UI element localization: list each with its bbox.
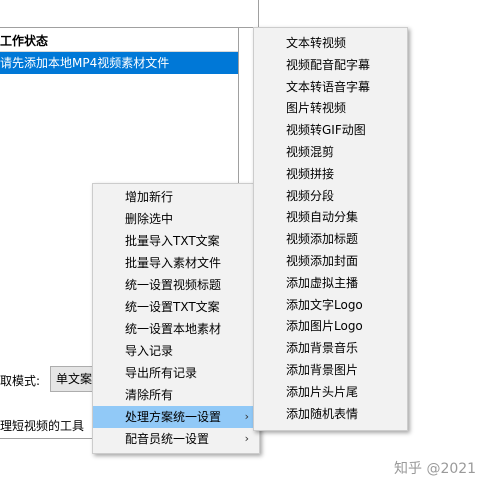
context-menu-item-label: 批量导入TXT文案 xyxy=(125,234,220,248)
context-menu-item-label: 增加新行 xyxy=(125,190,174,204)
context-menu-item-7[interactable]: 导入记录 xyxy=(93,340,259,362)
submenu-item-label: 视频分段 xyxy=(286,188,335,203)
submenu-item-label: 添加片头片尾 xyxy=(286,384,359,399)
chevron-right-icon: › xyxy=(244,432,249,445)
submenu-item-label: 图片转视频 xyxy=(286,101,347,116)
context-menu-item-6[interactable]: 统一设置本地素材 xyxy=(93,318,259,340)
submenu-item-label: 添加背景音乐 xyxy=(286,341,359,356)
submenu-item-label: 视频拼接 xyxy=(286,166,335,181)
submenu-item-label: 添加背景图片 xyxy=(286,363,359,377)
context-menu-item-2[interactable]: 批量导入TXT文案 xyxy=(93,230,259,252)
context-menu-item-label: 导出所有记录 xyxy=(125,366,198,380)
submenu-item-label: 文本转视频 xyxy=(286,36,347,50)
watermark: 知乎 @2021 xyxy=(394,461,477,477)
context-menu-item-label: 批量导入素材文件 xyxy=(125,256,222,270)
context-menu-item-0[interactable]: 增加新行 xyxy=(93,186,259,208)
submenu-item-label: 添加文字Logo xyxy=(286,297,363,312)
submenu-item-label: 添加虚拟主播 xyxy=(286,275,359,290)
footer-divider xyxy=(0,438,94,439)
submenu-item-label: 视频转GIF动图 xyxy=(286,123,366,138)
column-header-status[interactable]: 工作状态 xyxy=(0,31,238,52)
submenu-item-0[interactable]: 文本转视频 xyxy=(254,32,407,54)
submenu-item-3[interactable]: 图片转视频 xyxy=(254,97,407,119)
submenu-item-17[interactable]: 添加随机表情 xyxy=(254,403,407,425)
submenu-item-2[interactable]: 文本转语音字幕 xyxy=(254,76,407,98)
submenu-item-14[interactable]: 添加背景音乐 xyxy=(254,337,407,359)
context-menu-item-label: 配音员统一设置 xyxy=(125,432,210,446)
context-menu-item-label: 删除选中 xyxy=(125,212,174,226)
context-menu-item-label: 导入记录 xyxy=(125,344,174,358)
submenu-item-label: 视频自动分集 xyxy=(286,210,359,225)
context-menu-item-11[interactable]: 配音员统一设置 › xyxy=(93,428,259,450)
context-menu-item-1[interactable]: 删除选中 xyxy=(93,208,259,230)
submenu-item-label: 视频配音配字幕 xyxy=(286,57,371,72)
context-menu-item-5[interactable]: 统一设置TXT文案 xyxy=(93,296,259,318)
submenu-item-15[interactable]: 添加背景图片 xyxy=(254,359,407,381)
context-menu-item-4[interactable]: 统一设置视频标题 xyxy=(93,274,259,296)
footer-description: 理短视频的工具 xyxy=(0,419,85,433)
submenu-item-10[interactable]: 视频添加封面 xyxy=(254,250,407,272)
submenu-item-label: 添加随机表情 xyxy=(286,406,359,421)
context-menu-item-label: 统一设置视频标题 xyxy=(125,278,222,292)
context-menu-item-8[interactable]: 导出所有记录 xyxy=(93,362,259,384)
submenu-item-label: 文本转语音字幕 xyxy=(286,79,371,94)
submenu-item-11[interactable]: 添加虚拟主播 xyxy=(254,272,407,294)
submenu-item-9[interactable]: 视频添加标题 xyxy=(254,228,407,250)
chevron-right-icon: › xyxy=(244,410,249,423)
context-menu-item-3[interactable]: 批量导入素材文件 xyxy=(93,252,259,274)
context-menu-item-label: 清除所有 xyxy=(125,388,174,402)
context-menu-item-label: 处理方案统一设置 xyxy=(125,410,222,424)
mode-label: 取模式: xyxy=(0,374,41,388)
context-menu-item-9[interactable]: 清除所有 xyxy=(93,384,259,406)
submenu-item-label: 视频添加标题 xyxy=(286,232,359,247)
processing-scheme-submenu: 文本转视频视频配音配字幕 文本转语音字幕 图片转视频视频转GIF动图 视频混剪视频拼接… xyxy=(253,27,408,431)
context-menu-item-label: 统一设置本地素材 xyxy=(125,322,222,336)
context-menu-item-label: 统一设置TXT文案 xyxy=(125,300,220,314)
submenu-item-4[interactable]: 视频转GIF动图 xyxy=(254,119,407,141)
context-menu-item-10[interactable]: 处理方案统一设置 › xyxy=(93,406,259,428)
table-row-selected[interactable]: 请先添加本地MP4视频素材文件 xyxy=(0,52,238,74)
submenu-item-label: 视频混剪 xyxy=(286,145,335,159)
submenu-item-label: 视频添加封面 xyxy=(286,254,359,268)
submenu-item-5[interactable]: 视频混剪 xyxy=(254,141,407,163)
top-panel xyxy=(0,0,259,28)
submenu-item-label: 添加图片Logo xyxy=(286,319,363,334)
submenu-item-13[interactable]: 添加图片Logo xyxy=(254,315,407,337)
submenu-item-12[interactable]: 添加文字Logo xyxy=(254,294,407,316)
submenu-item-1[interactable]: 视频配音配字幕 xyxy=(254,54,407,76)
mode-select[interactable]: 单文案 xyxy=(50,366,96,392)
submenu-item-8[interactable]: 视频自动分集 xyxy=(254,206,407,228)
context-menu: 增加新行删除选中批量导入TXT文案 批量导入素材文件 统一设置视频标题 统一设置TXT… xyxy=(92,183,260,454)
submenu-item-16[interactable]: 添加片头片尾 xyxy=(254,381,407,403)
submenu-item-7[interactable]: 视频分段 xyxy=(254,185,407,207)
submenu-item-6[interactable]: 视频拼接 xyxy=(254,163,407,185)
